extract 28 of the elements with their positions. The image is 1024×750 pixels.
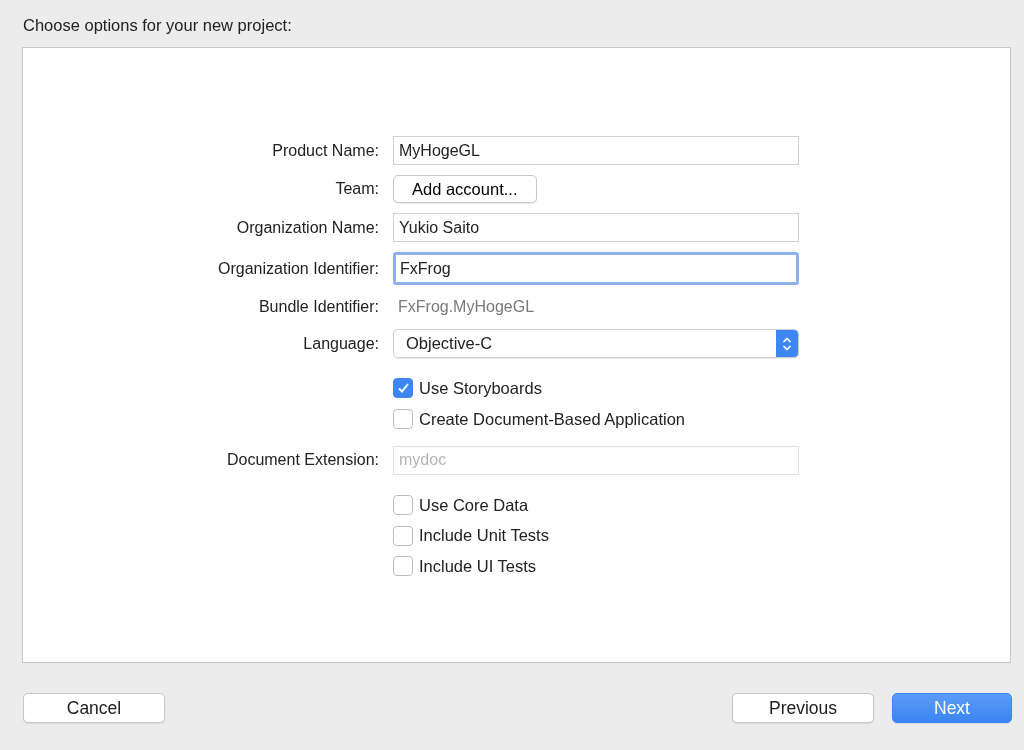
field-label: Team:: [334, 179, 380, 199]
checkbox-label: Use Storyboards: [419, 378, 542, 399]
field-label: Organization Identifier:: [217, 258, 380, 279]
checkbox[interactable]: [393, 494, 413, 515]
field-label: Bundle Identifier:: [257, 297, 380, 317]
checkbox[interactable]: [393, 556, 413, 577]
checkbox-label: Create Document-Based Application: [419, 408, 685, 430]
field-label: Product Name:: [271, 140, 380, 161]
language-dropdown[interactable]: Objective-C: [393, 329, 799, 358]
field-label: Document Extension:: [225, 450, 380, 470]
dialog-button[interactable]: Cancel: [23, 693, 165, 723]
text-field[interactable]: Yukio Saito: [393, 213, 799, 242]
checkbox[interactable]: [393, 378, 413, 399]
bundle-identifier: FxFrog.MyHogeGL: [397, 297, 536, 317]
checkmark-icon: [396, 382, 410, 395]
field-label: Language:: [302, 333, 380, 354]
add-account-button[interactable]: Add account...: [393, 175, 537, 203]
dialog-button[interactable]: Previous: [732, 693, 874, 723]
checkbox-label: Include UI Tests: [419, 556, 537, 577]
stepper-arrows-icon: [782, 335, 792, 352]
checkbox[interactable]: [393, 409, 413, 430]
dialog-heading: Choose options for your new project:: [22, 15, 293, 36]
field-label: Organization Name:: [235, 217, 380, 238]
checkbox-label: Use Core Data: [419, 494, 529, 516]
text-field[interactable]: MyHogeGL: [393, 136, 799, 165]
checkbox[interactable]: [393, 525, 413, 546]
checkbox-label: Include Unit Tests: [419, 525, 549, 547]
text-field[interactable]: FxFrog: [393, 252, 799, 285]
